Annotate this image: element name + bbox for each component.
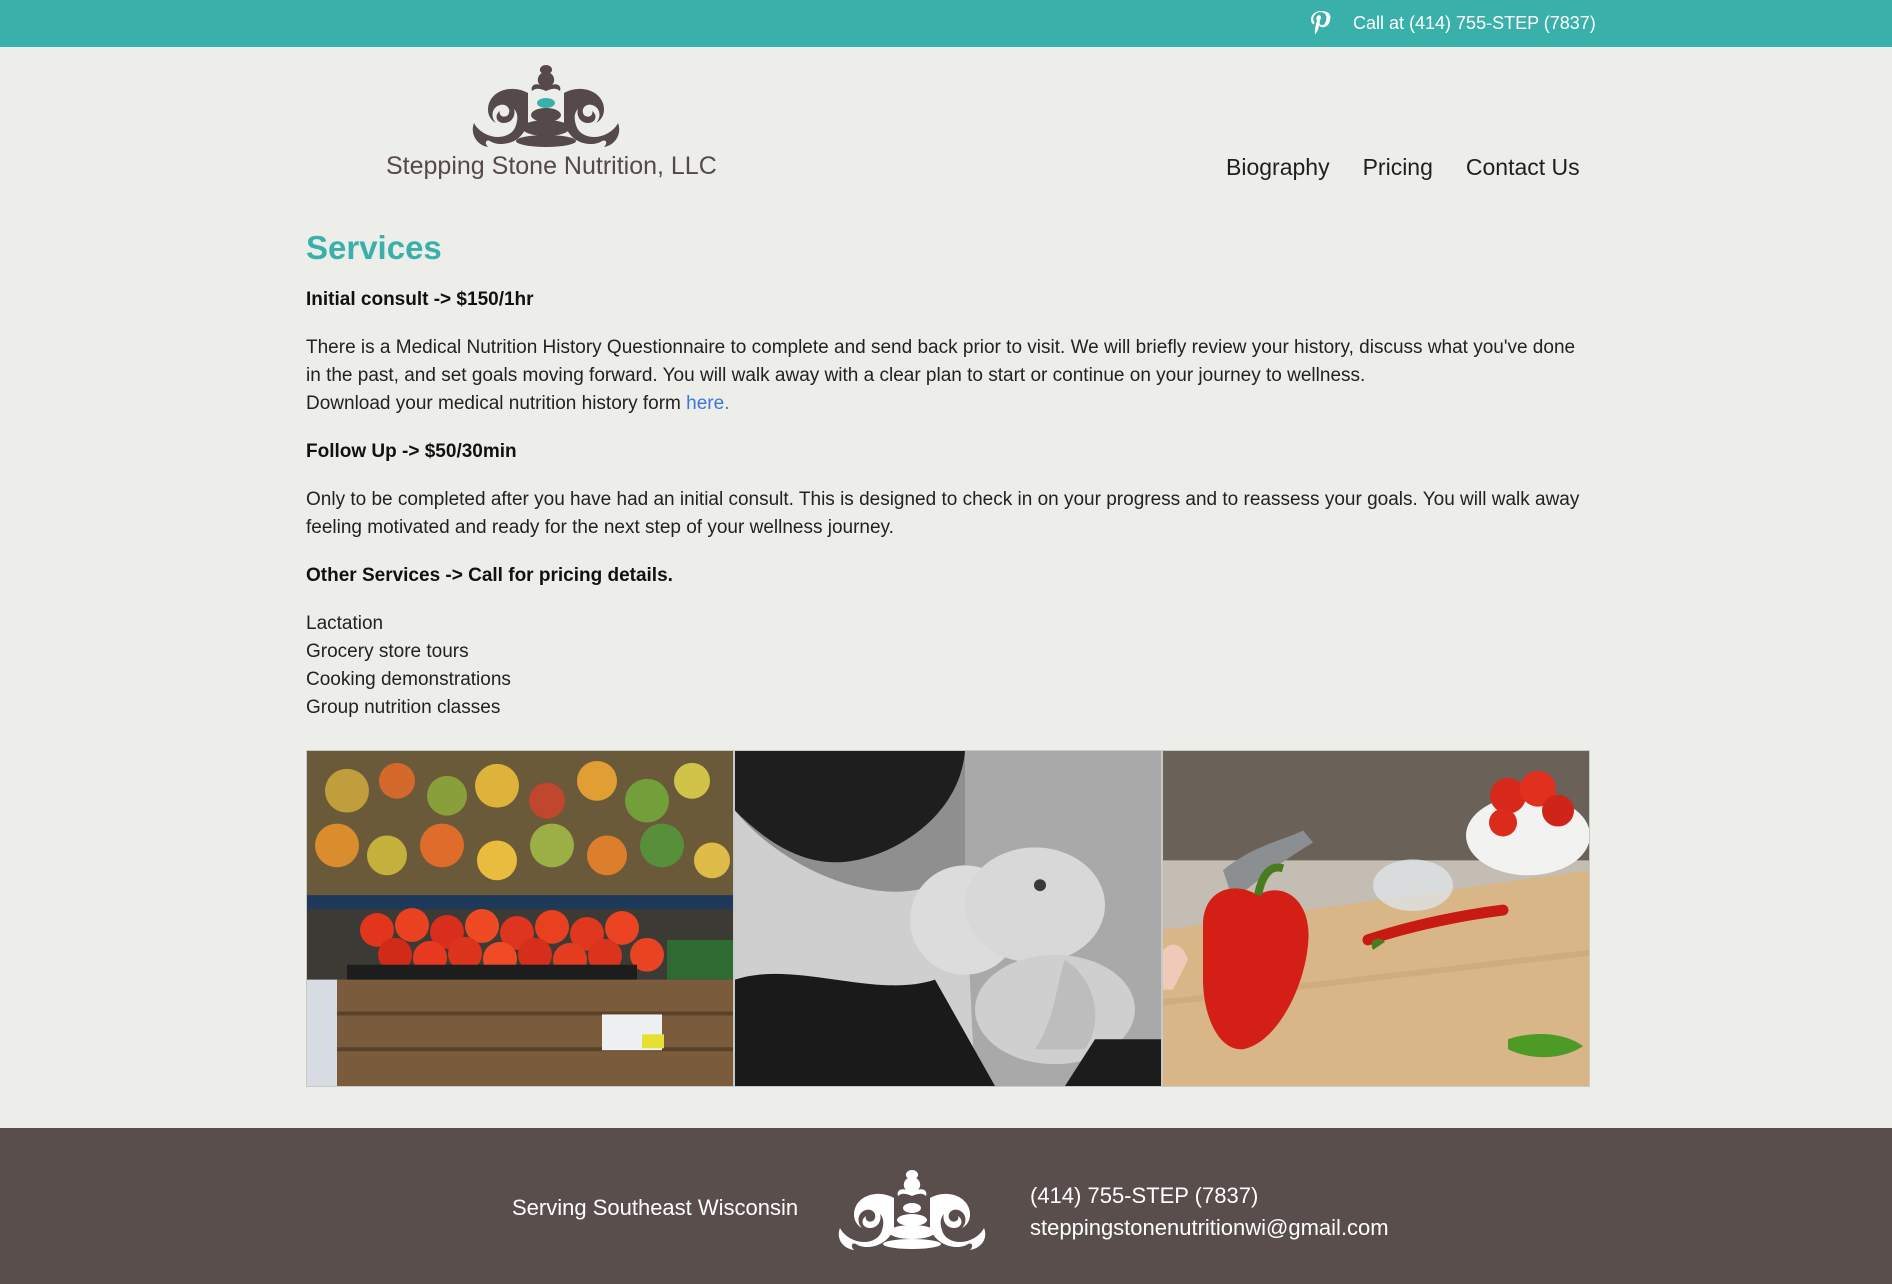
footer-contact: (414) 755-STEP (7837) steppingstonenutri… <box>1030 1180 1389 1244</box>
nav-biography[interactable]: Biography <box>1226 154 1330 181</box>
list-item: Cooking demonstrations <box>306 669 511 690</box>
cooking-peppers-photo <box>1163 751 1589 1086</box>
initial-consult-heading: Initial consult -> $150/1hr <box>306 289 534 310</box>
nav-pricing[interactable]: Pricing <box>1363 154 1433 181</box>
list-item: Group nutrition classes <box>306 697 501 718</box>
page-title: Services <box>306 229 442 266</box>
footer-email-link[interactable]: steppingstonenutritionwi@gmail.com <box>1030 1212 1389 1244</box>
other-services-list: Lactation Grocery store tours Cooking de… <box>306 610 1590 722</box>
breastfeeding-photo <box>735 751 1161 1086</box>
footer-logo-icon <box>838 1170 986 1250</box>
initial-consult-text: There is a Medical Nutrition History Que… <box>306 337 1576 386</box>
follow-up-heading: Follow Up -> $50/30min <box>306 441 517 462</box>
list-item: Lactation <box>306 613 384 634</box>
main-nav: Biography Pricing Contact Us <box>1226 154 1580 181</box>
footer-phone-link[interactable]: (414) 755-STEP (7837) <box>1030 1180 1389 1212</box>
footer: Serving Southeast Wisconsin (414) 755-ST… <box>0 1128 1892 1284</box>
other-services-heading: Other Services -> Call for pricing detai… <box>306 565 673 586</box>
call-phone-link[interactable]: Call at (414) 755-STEP (7837) <box>1353 13 1596 34</box>
photo-strip <box>306 750 1590 1087</box>
list-item: Grocery store tours <box>306 641 469 662</box>
pinterest-icon[interactable] <box>1306 8 1336 38</box>
services-content: Services Initial consult -> $150/1hr The… <box>306 228 1590 722</box>
nav-contact-us[interactable]: Contact Us <box>1466 154 1580 181</box>
brand-name[interactable]: Stepping Stone Nutrition, LLC <box>386 152 717 181</box>
grocery-produce-photo <box>307 751 733 1086</box>
download-text: Download your medical nutrition history … <box>306 393 687 414</box>
stepping-stone-logo-icon[interactable] <box>466 63 626 151</box>
service-area-text: Serving Southeast Wisconsin <box>512 1195 799 1220</box>
follow-up-text: Only to be completed after you have had … <box>306 489 1580 538</box>
top-bar: Call at (414) 755-STEP (7837) <box>0 0 1892 47</box>
download-form-link[interactable]: here. <box>686 393 729 414</box>
download-line: Download your medical nutrition history … <box>306 390 1590 418</box>
